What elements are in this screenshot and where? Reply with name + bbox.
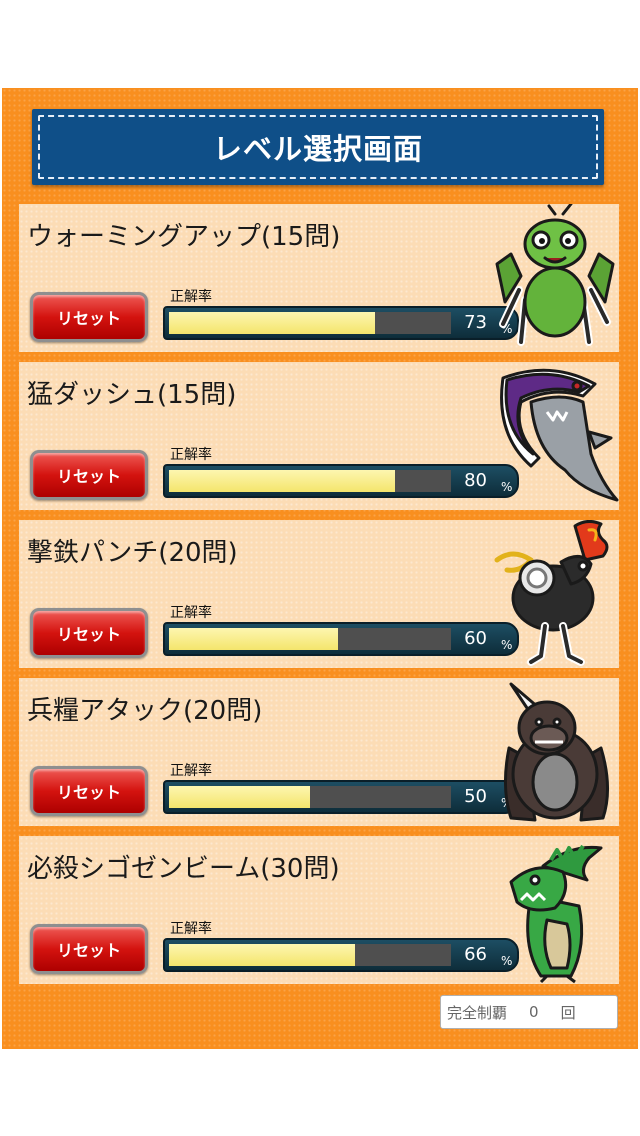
accuracy-label: 正解率: [170, 447, 212, 463]
level-title: ウォーミングアップ(15問): [27, 222, 341, 252]
accuracy-bar: 80 %: [163, 464, 519, 498]
level-card-dash[interactable]: 猛ダッシュ(15問) リセット 正解率 80 %: [19, 362, 619, 510]
accuracy-bar: 66 %: [163, 938, 519, 972]
level-card-warmup[interactable]: ウォーミングアップ(15問) リセット 正解率 73 %: [19, 204, 619, 352]
reset-button[interactable]: リセット: [30, 924, 148, 974]
level-title: 撃鉄パンチ(20問): [27, 538, 238, 568]
accuracy-value: 80: [464, 470, 487, 491]
accuracy-bar: 60 %: [163, 622, 519, 656]
page-title: レベル選択画面: [38, 115, 598, 179]
gorilla-monster-icon: [503, 682, 610, 822]
mantis-monster-icon: [495, 204, 615, 346]
level-title: 必殺シゴゼンビーム(30問): [27, 854, 340, 884]
accuracy-bar-fill: [169, 944, 356, 966]
level-title: 兵糧アタック(20問): [27, 696, 263, 726]
dinosaur-monster-icon: [509, 844, 603, 984]
level-card-attack[interactable]: 兵糧アタック(20問) リセット 正解率 50 %: [19, 678, 619, 826]
counter-label: 完全制覇: [447, 1003, 508, 1022]
accuracy-label: 正解率: [170, 605, 212, 621]
counter-unit: 回: [560, 1003, 576, 1022]
accuracy-value: 66: [464, 944, 487, 965]
accuracy-bar: 50 %: [163, 780, 519, 814]
accuracy-bar-fill: [169, 786, 310, 808]
accuracy-label: 正解率: [170, 289, 212, 305]
level-card-punch[interactable]: 撃鉄パンチ(20問) リセット 正解率 60 %: [19, 520, 619, 668]
accuracy-label: 正解率: [170, 921, 212, 937]
accuracy-bar-fill: [169, 312, 375, 334]
counter-value: 0: [529, 1003, 539, 1021]
accuracy-value: 50: [464, 786, 487, 807]
accuracy-label: 正解率: [170, 763, 212, 779]
accuracy-bar: 73 %: [163, 306, 519, 340]
reset-button[interactable]: リセット: [30, 292, 148, 342]
accuracy-bar-fill: [169, 628, 339, 650]
reset-button[interactable]: リセット: [30, 608, 148, 658]
shark-monster-icon: [500, 368, 619, 502]
complete-conquest-counter: 完全制覇 0 回: [440, 995, 618, 1029]
accuracy-value: 60: [464, 628, 487, 649]
reset-button[interactable]: リセット: [30, 766, 148, 816]
level-card-beam[interactable]: 必殺シゴゼンビーム(30問) リセット 正解率 66 %: [19, 836, 619, 984]
level-title: 猛ダッシュ(15問): [27, 380, 237, 410]
accuracy-bar-fill: [169, 470, 395, 492]
title-banner: レベル選択画面: [32, 109, 604, 185]
rooster-monster-icon: [494, 520, 609, 666]
reset-button[interactable]: リセット: [30, 450, 148, 500]
accuracy-value: 73: [464, 312, 487, 333]
